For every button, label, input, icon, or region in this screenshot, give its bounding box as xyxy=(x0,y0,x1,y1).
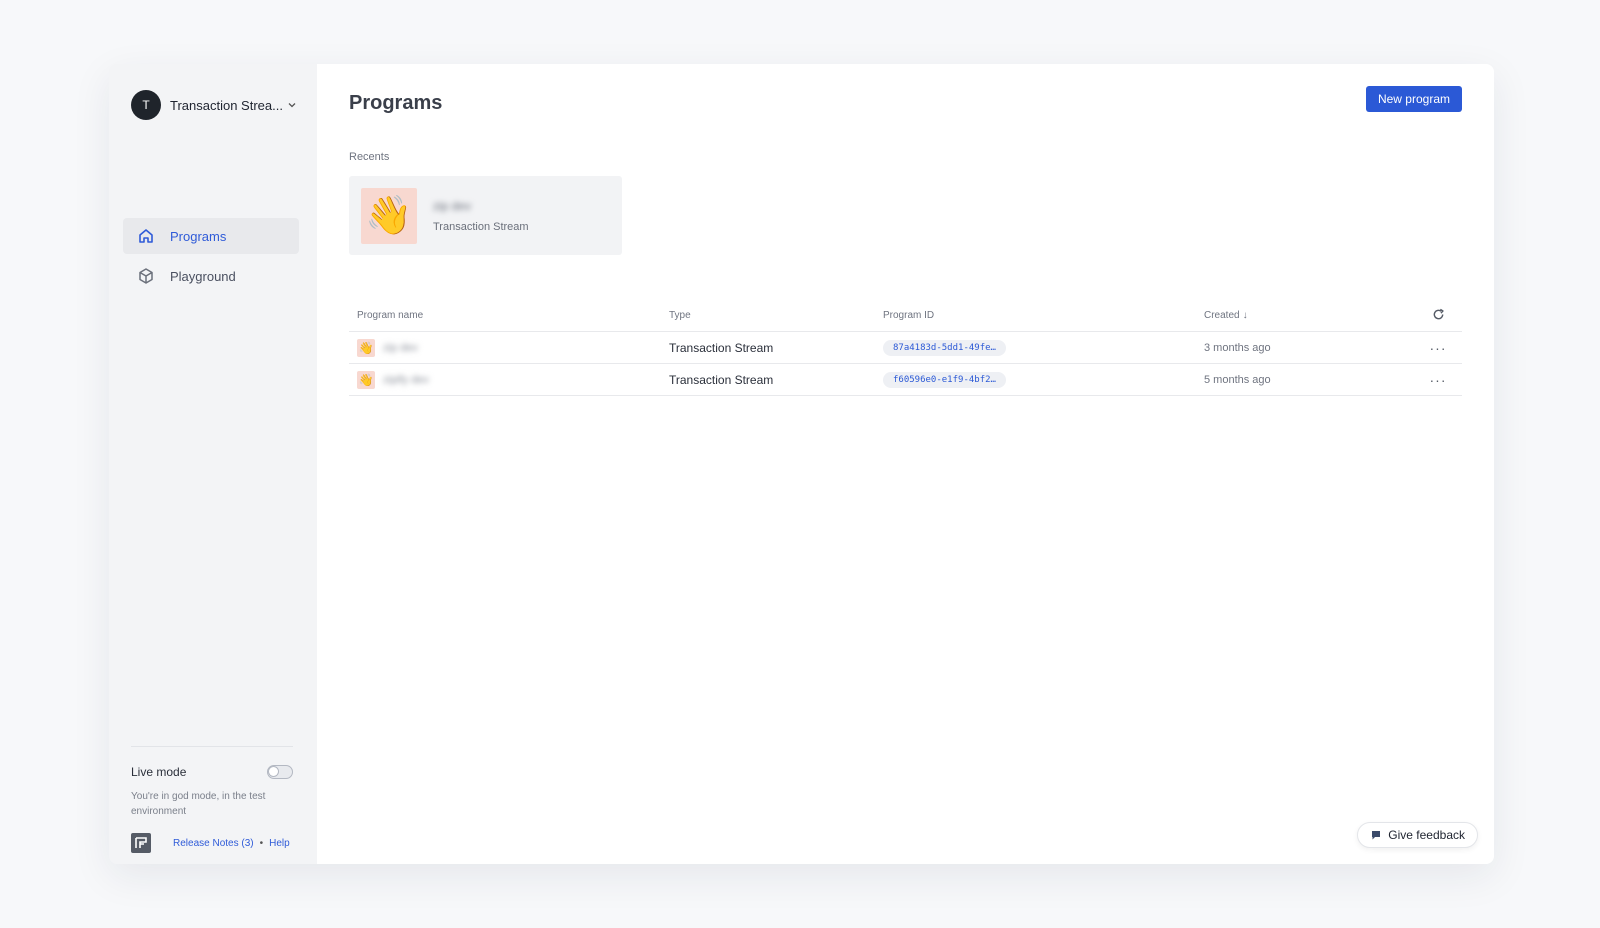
recent-program-card[interactable]: 👋 zip dev Transaction Stream xyxy=(349,176,622,255)
sidebar-nav: Programs Playground xyxy=(123,218,299,298)
created-date: 3 months ago xyxy=(1204,341,1271,354)
recent-program-name: zip dev xyxy=(433,198,472,213)
sidebar-item-playground[interactable]: Playground xyxy=(123,258,299,294)
workspace-name: Transaction Strea... xyxy=(170,97,283,113)
sidebar-item-label: Programs xyxy=(170,228,227,244)
give-feedback-label: Give feedback xyxy=(1388,828,1465,842)
page-title: Programs xyxy=(349,92,443,114)
speech-bubble-icon xyxy=(1370,829,1382,841)
home-icon xyxy=(137,227,155,245)
column-header-type: Type xyxy=(669,310,691,321)
live-mode-label: Live mode xyxy=(131,765,187,779)
footer-links: Release Notes (3) • Help xyxy=(131,833,293,853)
divider xyxy=(131,746,293,747)
give-feedback-button[interactable]: Give feedback xyxy=(1357,822,1478,848)
avatar: T xyxy=(131,90,161,120)
release-notes-link[interactable]: Release Notes (3) xyxy=(173,838,254,849)
program-type: Transaction Stream xyxy=(669,372,774,387)
recents-label: Recents xyxy=(349,151,390,163)
table-row[interactable]: 👋 zip dev Transaction Stream 87a4183d-5d… xyxy=(349,332,1462,364)
workspace-switcher[interactable]: T Transaction Strea... xyxy=(131,90,297,120)
refresh-icon[interactable] xyxy=(1432,308,1445,324)
waving-hand-icon: 👋 xyxy=(357,338,375,357)
program-id-badge[interactable]: f60596e0-e1f9-4bf2… xyxy=(883,372,1006,388)
live-mode-row: Live mode xyxy=(131,765,293,779)
live-mode-description: You're in god mode, in the test environm… xyxy=(131,791,266,817)
program-id-badge[interactable]: 87a4183d-5dd1-49fe… xyxy=(883,340,1006,356)
program-name: zip dev xyxy=(383,341,418,354)
column-header-name: Program name xyxy=(357,310,424,321)
table-row[interactable]: 👋 zipify dev Transaction Stream f60596e0… xyxy=(349,364,1462,396)
help-link[interactable]: Help xyxy=(269,838,290,849)
brand-logo-icon xyxy=(131,833,151,853)
live-mode-toggle[interactable] xyxy=(267,765,293,779)
recent-program-type: Transaction Stream xyxy=(433,220,529,233)
column-header-created[interactable]: Created ↓ xyxy=(1204,310,1414,321)
sort-arrow-icon: ↓ xyxy=(1242,310,1248,321)
sidebar-item-label: Playground xyxy=(170,268,236,284)
new-program-button[interactable]: New program xyxy=(1365,86,1462,112)
table-header: Program name Type Program ID Created ↓ xyxy=(349,300,1462,332)
waving-hand-icon: 👋 xyxy=(357,370,375,389)
programs-table: Program name Type Program ID Created ↓ 👋… xyxy=(349,300,1462,396)
program-name: zipify dev xyxy=(383,373,429,386)
waving-hand-icon: 👋 xyxy=(361,187,417,244)
more-options-icon[interactable]: ··· xyxy=(1430,341,1447,355)
program-type: Transaction Stream xyxy=(669,340,774,355)
more-options-icon[interactable]: ··· xyxy=(1430,373,1447,387)
created-header-label: Created xyxy=(1204,310,1240,321)
sidebar-item-programs[interactable]: Programs xyxy=(123,218,299,254)
sidebar: T Transaction Strea... Programs Playgrou… xyxy=(109,64,317,864)
link-separator: • xyxy=(259,837,264,849)
toggle-knob xyxy=(269,767,278,776)
chevron-down-icon xyxy=(287,100,297,110)
created-date: 5 months ago xyxy=(1204,373,1271,386)
sidebar-footer: Live mode You're in god mode, in the tes… xyxy=(131,746,293,853)
cube-icon xyxy=(137,267,155,285)
app-window: T Transaction Strea... Programs Playgrou… xyxy=(109,64,1494,864)
column-header-id: Program ID xyxy=(883,310,935,321)
main-content: Programs New program Recents 👋 zip dev T… xyxy=(317,64,1494,864)
